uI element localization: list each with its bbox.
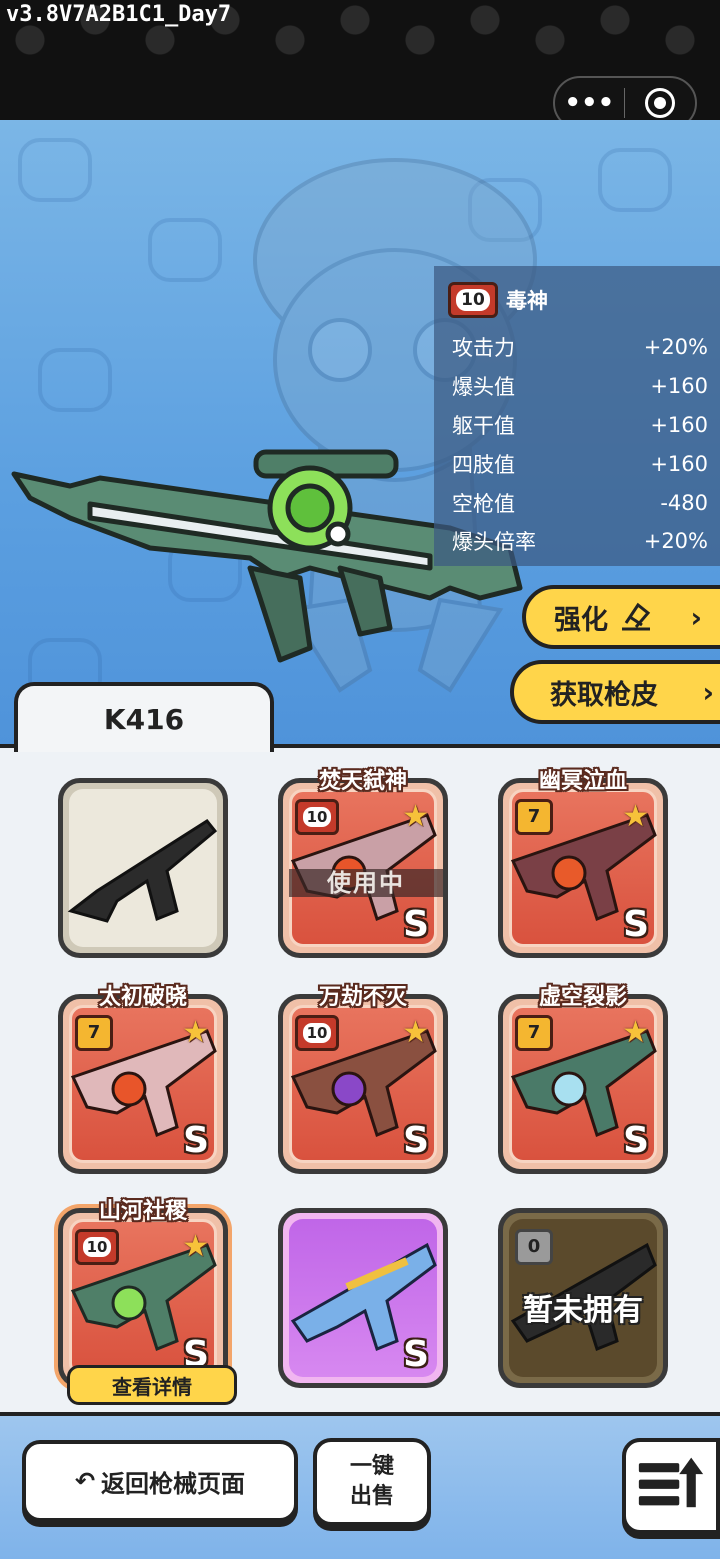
- view-details-button[interactable]: 查看详情: [67, 1365, 237, 1405]
- star-icon: ★: [402, 799, 429, 834]
- star-icon: ★: [182, 1229, 209, 1264]
- skin-level-badge: 10: [295, 799, 339, 835]
- skin-card-locked[interactable]: 0 暂未拥有: [498, 1208, 668, 1388]
- top-bar: v3.8V7A2B1C1_Day7 •••: [0, 0, 720, 130]
- sell-label-line2: 出售: [349, 1484, 394, 1509]
- back-to-weapons-button[interactable]: ↶ 返回枪械页面: [22, 1440, 298, 1522]
- skin-level-badge: 10: [448, 282, 498, 318]
- grade-label: S: [183, 1120, 209, 1161]
- skin-name: 山河社稷: [98, 1199, 187, 1224]
- skin-showcase: 10 毒神 攻击力 +20% 爆头值 +160 躯干值 +160 四肢值 +160 空枪…: [0, 120, 720, 746]
- default-gun-image: [67, 819, 217, 923]
- in-use-label: 使用中: [289, 869, 443, 897]
- star-icon: ★: [182, 1015, 209, 1050]
- stat-row: 四肢值 +160: [452, 451, 708, 477]
- grade-label: S: [403, 1334, 429, 1375]
- stat-row: 攻击力 +20%: [452, 335, 708, 361]
- bottom-bar: ↶ 返回枪械页面 一键 出售: [0, 1412, 720, 1559]
- sell-label-line1: 一键: [349, 1454, 394, 1479]
- skin-card[interactable]: 幽冥泣血 7 ★ S: [498, 769, 668, 958]
- grade-label: S: [623, 904, 649, 945]
- star-icon: ★: [622, 799, 649, 834]
- star-icon: ★: [402, 1015, 429, 1050]
- skin-name: 焚天弑神: [318, 769, 407, 794]
- stat-row: 爆头值 +160: [452, 374, 708, 400]
- grade-label: S: [623, 1120, 649, 1161]
- skin-card[interactable]: 万劫不灭 10 ★ S: [278, 985, 448, 1174]
- skin-level-badge: 0: [515, 1229, 553, 1265]
- skin-name: 虚空裂影: [538, 985, 627, 1010]
- skin-card-selected[interactable]: 山河社稷 10 ★ S 查看详情: [58, 1199, 237, 1405]
- undo-arrow-icon: ↶: [74, 1467, 96, 1495]
- skin-level-badge: 7: [515, 1015, 553, 1051]
- version-label: v3.8V7A2B1C1_Day7: [6, 2, 232, 27]
- skin-card[interactable]: 太初破晓 7 ★ S: [58, 985, 228, 1174]
- chevron-right-icon: ›: [690, 600, 702, 634]
- skin-level-badge: 7: [75, 1015, 113, 1051]
- stat-row: 躯干值 +160: [452, 412, 708, 438]
- not-owned-label: 暂未拥有: [523, 1293, 643, 1328]
- skin-card-default[interactable]: [58, 778, 228, 958]
- hammer-icon: [622, 602, 651, 631]
- back-label: 返回枪械页面: [101, 1469, 246, 1498]
- get-skin-button[interactable]: 获取枪皮 ›: [510, 660, 720, 724]
- stat-row: 爆头倍率 +20%: [452, 529, 708, 555]
- stats-list: 攻击力 +20% 爆头值 +160 躯干值 +160 四肢值 +160 空枪值 -480 …: [434, 328, 720, 561]
- enhance-label: 强化: [554, 604, 608, 636]
- skin-level-badge: 7: [515, 799, 553, 835]
- skin-card[interactable]: 焚天弑神 10 ★ 使用中 S: [278, 769, 448, 958]
- grade-label: S: [403, 904, 429, 945]
- menu-button[interactable]: [622, 1438, 720, 1534]
- skin-grid: 焚天弑神 10 ★ 使用中 S 幽冥泣血 7 ★ S 太初破晓 7 ★ S 万劫…: [0, 744, 720, 1412]
- one-click-sell-button[interactable]: 一键 出售: [313, 1438, 431, 1526]
- get-skin-label: 获取枪皮: [550, 679, 658, 711]
- target-close-icon[interactable]: [625, 88, 695, 118]
- weapon-name-tab: K416: [14, 682, 274, 752]
- star-icon: ★: [622, 1015, 649, 1050]
- grade-label: S: [403, 1120, 429, 1161]
- skin-level-badge: 10: [295, 1015, 339, 1051]
- skin-card[interactable]: S: [278, 1208, 448, 1388]
- stat-row: 空枪值 -480: [452, 490, 708, 516]
- skin-name: 万劫不灭: [318, 985, 407, 1010]
- skin-stats-panel: 10 毒神 攻击力 +20% 爆头值 +160 躯干值 +160 四肢值 +160 空枪…: [434, 266, 720, 566]
- skin-name: 太初破晓: [98, 985, 187, 1010]
- skin-card[interactable]: 虚空裂影 7 ★ S: [498, 985, 668, 1174]
- skin-name: 幽冥泣血: [538, 769, 627, 794]
- enhance-button[interactable]: 强化 ›: [522, 585, 720, 649]
- list-upload-icon: [638, 1457, 704, 1508]
- chevron-right-icon: ›: [702, 675, 714, 709]
- skin-effect-title: 毒神: [506, 289, 548, 313]
- skin-level-badge: 10: [75, 1229, 119, 1265]
